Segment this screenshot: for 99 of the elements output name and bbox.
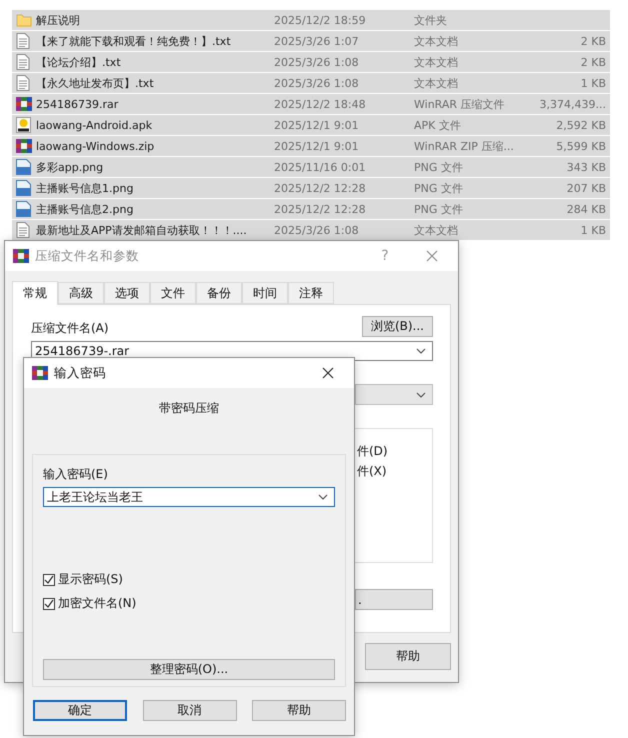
books-icon <box>32 365 48 381</box>
file-date: 2025/3/26 1:08 <box>274 56 360 68</box>
file-name: 多彩app.png <box>36 160 104 174</box>
field-label: 输入密码(E) <box>43 466 109 483</box>
chevron-down-icon <box>416 392 426 398</box>
file-name: laowang-Windows.zip <box>36 140 156 152</box>
file-size: 2 KB <box>580 56 606 68</box>
option-label: 件(X) <box>357 463 388 480</box>
file-name: 【论坛介绍】.txt <box>36 54 122 70</box>
document-icon <box>16 54 30 70</box>
checkbox[interactable]: 显示密码(S) <box>43 571 335 588</box>
file-date: 2025/12/2 18:48 <box>274 98 367 110</box>
file-type: APK 文件 <box>414 118 462 132</box>
dialog-heading: 带密码压缩 <box>159 401 219 415</box>
books-icon <box>16 138 32 154</box>
file-type: 文本文档 <box>414 34 459 48</box>
file-type: 文本文档 <box>414 76 459 90</box>
tab[interactable]: 选项 <box>104 282 150 304</box>
file-row[interactable]: 多彩app.png 2025/11/16 0:01 PNG 文件 343 KB <box>12 157 610 177</box>
file-row[interactable]: laowang-Android.apk 2025/12/1 9:01 APK 文件 2,592 KB <box>12 115 610 135</box>
file-size: 2 KB <box>580 34 606 48</box>
apk-file-icon <box>16 117 31 133</box>
image-file-icon <box>16 180 31 196</box>
file-type: WinRAR 压缩文件 <box>414 96 506 112</box>
close-icon <box>322 367 334 379</box>
file-date: 2025/12/2 12:28 <box>274 202 367 216</box>
file-type: 文本文档 <box>414 54 459 70</box>
file-size: 1 KB <box>580 224 606 236</box>
file-name: laowang-Android.apk <box>36 118 154 132</box>
checkbox[interactable]: 加密文件名(N) <box>43 595 335 612</box>
file-type: 文本文档 <box>414 222 459 238</box>
window-title: 压缩文件名和参数 <box>35 248 140 264</box>
image-file-icon <box>16 159 31 175</box>
document-icon <box>16 222 30 238</box>
file-date: 2025/3/26 1:07 <box>274 34 360 48</box>
file-name: 解压说明 <box>36 12 81 28</box>
file-row[interactable]: 【来了就能下载和观看！纯免费！】.txt 2025/3/26 1:07 文本文档 2 KB <box>12 31 610 51</box>
file-row[interactable]: 主播账号信息2.png 2025/12/2 12:28 PNG 文件 284 KB <box>12 199 610 219</box>
file-row[interactable]: 【论坛介绍】.txt 2025/3/26 1:08 文本文档 2 KB <box>12 52 610 72</box>
chevron-down-icon <box>416 348 426 354</box>
check-icon <box>44 574 54 584</box>
file-name: 主播账号信息2.png <box>36 202 134 216</box>
file-row[interactable]: 254186739.rar 2025/12/2 18:48 WinRAR 压缩文件 3,374,439... <box>12 94 610 114</box>
file-date: 2025/12/2 12:28 <box>274 182 367 194</box>
file-row[interactable]: laowang-Windows.zip 2025/12/1 9:01 WinRAR ZIP 压缩... 5,599 KB <box>12 136 610 156</box>
window-title: 输入密码 <box>54 364 107 382</box>
browse-button[interactable]: 浏览(B)... <box>362 316 433 337</box>
file-row[interactable]: 解压说明 2025/12/2 18:59 文件夹 <box>12 10 610 30</box>
file-size: 343 KB <box>566 160 606 174</box>
books-icon <box>16 96 32 112</box>
help-button[interactable]: 帮助 <box>365 643 451 670</box>
field-label: 压缩文件名(A) <box>31 320 109 337</box>
file-size: 207 KB <box>566 182 606 194</box>
file-row[interactable]: 【永久地址发布页】.txt 2025/3/26 1:08 文本文档 1 KB <box>12 73 610 93</box>
document-icon <box>16 75 30 91</box>
dialog-button[interactable]: 取消 <box>142 700 236 721</box>
file-size: 1 KB <box>580 76 606 90</box>
file-type: WinRAR ZIP 压缩... <box>414 138 515 154</box>
file-type: 文件夹 <box>414 12 448 28</box>
file-size: 2,592 KB <box>555 118 606 132</box>
file-row[interactable]: 主播账号信息1.png 2025/12/2 12:28 PNG 文件 207 KB <box>12 178 610 198</box>
document-icon <box>16 33 30 49</box>
option-label: 件(D) <box>357 443 389 460</box>
tab[interactable]: 注释 <box>288 282 334 304</box>
dialog-button[interactable]: 确定 <box>33 700 127 721</box>
file-name: 主播账号信息1.png <box>36 180 134 196</box>
tab[interactable]: 备份 <box>196 282 242 304</box>
close-icon <box>426 250 438 262</box>
tab[interactable]: 文件 <box>150 282 196 304</box>
file-date: 2025/12/1 9:01 <box>274 140 360 152</box>
file-date: 2025/3/26 1:08 <box>274 224 360 236</box>
dialog-button[interactable]: 帮助 <box>252 700 346 721</box>
organize-passwords-button[interactable]: 整理密码(O)... <box>43 659 335 680</box>
file-row[interactable]: 最新地址及APP请发邮箱自动获取！！！.... 2025/3/26 1:08 文本文档 1 KB <box>12 220 610 240</box>
file-size: 284 KB <box>566 202 606 216</box>
file-size: 3,374,439... <box>538 98 606 110</box>
file-date: 2025/11/16 0:01 <box>274 160 367 174</box>
file-size: 5,599 KB <box>555 140 606 152</box>
dropdown-field[interactable] <box>355 384 433 405</box>
file-type: PNG 文件 <box>414 202 464 216</box>
file-name: 最新地址及APP请发邮箱自动获取！！！.... <box>36 222 248 238</box>
tab[interactable]: 时间 <box>242 282 288 304</box>
file-date: 2025/3/26 1:08 <box>274 76 360 90</box>
password-field[interactable]: 上老王论坛当老王 <box>43 487 335 507</box>
tab[interactable]: 常规 <box>12 281 58 305</box>
image-file-icon <box>16 201 31 217</box>
books-icon <box>13 248 29 264</box>
file-date: 2025/12/1 9:01 <box>274 118 360 132</box>
option-button[interactable]: . <box>355 589 433 610</box>
tab[interactable]: 高级 <box>58 282 104 304</box>
file-name: 254186739.rar <box>36 98 120 110</box>
chevron-down-icon <box>318 494 328 500</box>
file-type: PNG 文件 <box>414 180 464 196</box>
check-icon <box>44 598 54 608</box>
file-name: 【来了就能下载和观看！纯免费！】.txt <box>36 34 232 48</box>
file-name: 【永久地址发布页】.txt <box>36 76 155 90</box>
file-date: 2025/12/2 18:59 <box>274 14 367 26</box>
file-type: PNG 文件 <box>414 160 464 174</box>
folder-icon <box>16 12 32 28</box>
